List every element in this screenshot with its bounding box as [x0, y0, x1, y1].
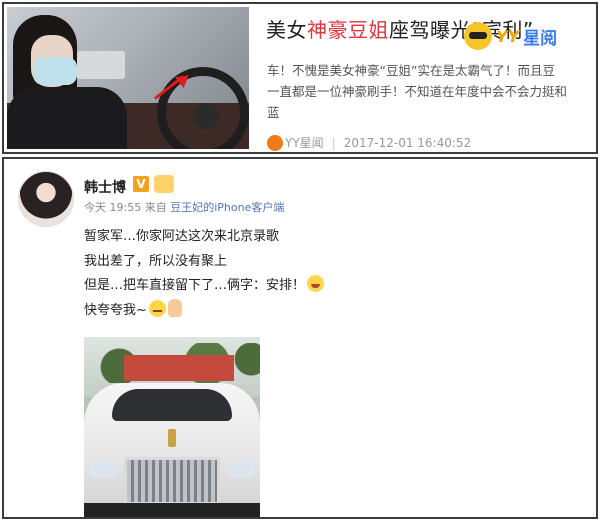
- excerpt-line: 一直都是一位神豪刷手！不知道在年度中会不会力挺和: [267, 84, 568, 99]
- brand-text-2: 星阅: [523, 28, 558, 49]
- avatar[interactable]: [18, 171, 74, 227]
- laugh-emoji-icon: [307, 275, 325, 292]
- post-line: 但是…把车直接留下了…俩字：安排！: [84, 274, 325, 299]
- post-body: 暂家军…你家阿达这次来北京录歌 我出差了，所以没有聚上 但是…把车直接留下了…俩…: [84, 225, 325, 324]
- news-card[interactable]: 美女神豪豆姐座驾曝光“宾利” YY 星阅 车！不愧是美女神豪“豆姐”实在是太霸气…: [2, 2, 598, 154]
- post-line: 我出差了，所以没有聚上: [84, 253, 228, 269]
- post-line: 快夸夸我~: [84, 298, 324, 324]
- post-line: 暂家军…你家阿达这次来北京录歌: [84, 229, 280, 244]
- post-time: 今天 19:55: [84, 201, 142, 214]
- news-meta: YY星闻 | 2017-12-01 16:40:52: [267, 134, 471, 151]
- meta-separator: |: [331, 135, 336, 150]
- post-meta: 今天 19:55 来自 豆王妃的iPhone客户端: [84, 199, 284, 215]
- victory-hand-icon: [167, 298, 182, 317]
- news-thumbnail[interactable]: [7, 7, 249, 149]
- headline-prefix: 美女: [266, 18, 307, 42]
- source-name[interactable]: YY星闻: [285, 134, 324, 151]
- brand-watermark: YY 星阅: [464, 22, 557, 50]
- username[interactable]: 韩士博: [84, 177, 126, 197]
- excerpt-line: 车！不愧是美女神豪“豆姐”实在是太霸气了！而且豆: [267, 63, 555, 78]
- from-label: 来自: [144, 201, 167, 214]
- user-level-icon: [154, 175, 174, 193]
- excerpt-line: 蓝: [267, 105, 280, 120]
- client-link[interactable]: 豆王妃的iPhone客户端: [170, 201, 284, 214]
- verified-v-icon: V: [133, 176, 149, 192]
- yy-logo-icon: [464, 22, 492, 50]
- headline-highlight: 神豪豆姐: [307, 18, 389, 42]
- news-timestamp: 2017-12-01 16:40:52: [343, 135, 472, 150]
- post-photo[interactable]: [84, 337, 260, 517]
- smirk-emoji-icon: [148, 299, 166, 317]
- weibo-post-card: 韩士博 V 今天 19:55 来自 豆王妃的iPhone客户端 暂家军…你家阿达…: [2, 157, 598, 519]
- news-excerpt: 车！不愧是美女神豪“豆姐”实在是太霸气了！而且豆 一直都是一位神豪刷手！不知道在…: [267, 60, 596, 123]
- brand-text: YY: [496, 26, 520, 46]
- yy-source-icon: [267, 134, 283, 151]
